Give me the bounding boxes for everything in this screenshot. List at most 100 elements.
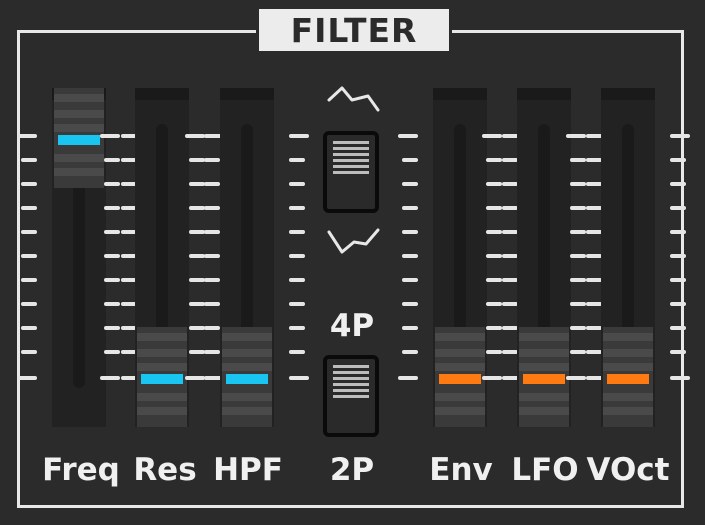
scale-tick-left — [104, 230, 120, 234]
scale-tick-left — [486, 182, 502, 186]
slider-knob[interactable] — [603, 327, 653, 427]
switch-grip — [333, 141, 369, 177]
scale-tick-left — [570, 254, 586, 258]
scale-tick-left — [570, 350, 586, 354]
scale-tick-left — [402, 206, 418, 210]
scale-tick-right — [670, 134, 690, 138]
scale-tick-left — [100, 134, 120, 138]
slider-label-hpf: HPF — [213, 452, 283, 488]
scale-tick-left — [486, 350, 502, 354]
slider-knob[interactable] — [54, 88, 104, 188]
scale-tick-right — [204, 230, 220, 234]
knob-indicator-light — [226, 374, 268, 384]
knob-grip-band — [435, 349, 485, 357]
slider-knob[interactable] — [222, 327, 272, 427]
switch-grip — [333, 365, 369, 401]
scale-tick-right — [289, 254, 305, 258]
scale-tick-left — [570, 230, 586, 234]
scale-tick-right — [670, 254, 686, 258]
scale-tick-left — [570, 182, 586, 186]
slider-knob[interactable] — [519, 327, 569, 427]
knob-grip-band — [54, 124, 104, 132]
scale-tick-right — [289, 302, 305, 306]
scale-tick-right — [289, 350, 305, 354]
knob-grip-band — [222, 349, 272, 357]
knob-grip-band — [222, 363, 272, 371]
scale-tick-left — [570, 206, 586, 210]
knob-grip-band — [519, 393, 569, 401]
scale-tick-left — [17, 376, 37, 380]
scale-tick-left — [566, 376, 586, 380]
knob-grip-band — [603, 363, 653, 371]
scale-tick-left — [570, 278, 586, 282]
knob-grip-band — [54, 110, 104, 118]
knob-indicator-light — [141, 374, 183, 384]
slider-track-cap — [517, 88, 571, 100]
scale-tick-right — [204, 182, 220, 186]
knob-grip-band — [519, 349, 569, 357]
scale-tick-right — [502, 254, 518, 258]
scale-tick-left — [189, 302, 205, 306]
scale-tick-right — [289, 278, 305, 282]
scale-tick-left — [104, 254, 120, 258]
knob-grip-band — [137, 349, 187, 357]
scale-tick-right — [670, 350, 686, 354]
scale-tick-left — [104, 206, 120, 210]
scale-tick-left — [104, 350, 120, 354]
scale-tick-left — [570, 158, 586, 162]
scale-tick-left — [189, 182, 205, 186]
scale-tick-right — [289, 182, 305, 186]
scale-tick-left — [486, 230, 502, 234]
slider-track-cap — [433, 88, 487, 100]
scale-tick-left — [570, 302, 586, 306]
knob-grip-band — [137, 333, 187, 341]
scale-tick-left — [189, 350, 205, 354]
pole-mode-switch[interactable] — [323, 355, 379, 437]
scale-tick-left — [482, 134, 502, 138]
scale-tick-left — [21, 182, 37, 186]
scale-tick-left — [17, 134, 37, 138]
pole-label-4p: 4P — [329, 308, 375, 344]
scale-tick-right — [502, 182, 518, 186]
scale-tick-right — [204, 326, 220, 330]
scale-tick-left — [100, 376, 120, 380]
knob-grip-band — [54, 94, 104, 102]
scale-tick-right — [502, 278, 518, 282]
slider-track-cap — [220, 88, 274, 100]
knob-grip-band — [603, 407, 653, 415]
scale-tick-right — [502, 350, 518, 354]
scale-tick-right — [586, 302, 602, 306]
scale-tick-right — [670, 326, 686, 330]
scale-tick-left — [185, 376, 205, 380]
scale-tick-right — [586, 350, 602, 354]
knob-grip-band — [137, 407, 187, 415]
knob-grip-band — [519, 407, 569, 415]
scale-tick-right — [670, 158, 686, 162]
scale-tick-left — [486, 206, 502, 210]
slider-track-cap — [601, 88, 655, 100]
scale-tick-left — [104, 278, 120, 282]
slider-knob[interactable] — [435, 327, 485, 427]
slider-knob[interactable] — [137, 327, 187, 427]
filter-mode-switch[interactable] — [323, 131, 379, 213]
scale-tick-right — [670, 230, 686, 234]
scale-tick-right — [204, 302, 220, 306]
knob-grip-band — [603, 333, 653, 341]
scale-tick-left — [402, 326, 418, 330]
scale-tick-left — [402, 350, 418, 354]
knob-grip-band — [435, 363, 485, 371]
scale-tick-right — [289, 230, 305, 234]
scale-tick-left — [486, 254, 502, 258]
knob-grip-band — [222, 407, 272, 415]
slider-label-voct: VOct — [586, 452, 670, 488]
scale-tick-left — [486, 158, 502, 162]
scale-tick-right — [670, 278, 686, 282]
scale-tick-right — [289, 376, 309, 380]
scale-tick-right — [502, 158, 518, 162]
scale-tick-right — [289, 158, 305, 162]
pole-label-2p: 2P — [329, 452, 375, 488]
knob-grip-band — [603, 393, 653, 401]
scale-tick-left — [189, 254, 205, 258]
scale-tick-left — [402, 182, 418, 186]
knob-grip-band — [137, 393, 187, 401]
